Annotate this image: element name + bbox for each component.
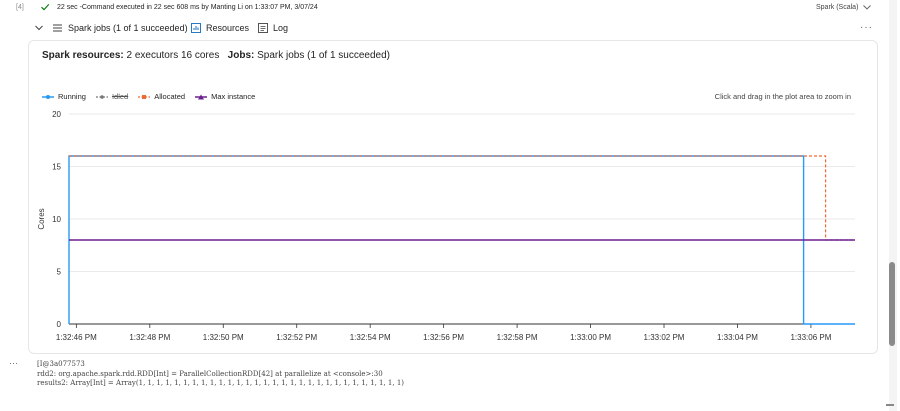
spark-jobs-tab[interactable]: Spark jobs (1 of 1 succeeded) <box>52 23 188 33</box>
x-tick-label: 1:32:46 PM <box>56 333 97 342</box>
y-tick-label: 15 <box>52 163 61 172</box>
list-icon <box>53 24 62 32</box>
output-line: results2: Array[Int] = Array(1, 1, 1, 1,… <box>37 379 405 387</box>
x-tick-label: 1:32:58 PM <box>497 333 538 342</box>
x-tick-label: 1:33:02 PM <box>644 333 685 342</box>
output-more-icon[interactable]: ··· <box>9 358 18 368</box>
output-line: rdd2: org.apache.spark.rdd.RDD[Int] = Pa… <box>37 369 383 378</box>
scrollbar-track[interactable] <box>889 0 897 411</box>
chevron-down-icon[interactable] <box>34 23 44 33</box>
x-tick-label: 1:33:06 PM <box>790 333 831 342</box>
scroll-down-indicator[interactable] <box>886 404 894 406</box>
chart-icon <box>191 23 201 33</box>
y-tick-label: 5 <box>57 268 62 277</box>
collapse-toggle[interactable] <box>34 23 44 33</box>
execution-status-text: 22 sec -Command executed in 22 sec 608 m… <box>57 4 318 11</box>
scrollbar-thumb[interactable] <box>889 262 895 346</box>
success-check-icon <box>41 3 50 11</box>
y-tick-label: 0 <box>57 320 62 329</box>
x-tick-label: 1:32:54 PM <box>350 333 391 342</box>
y-tick-label: 20 <box>52 110 61 119</box>
more-options-icon[interactable]: ··· <box>860 22 873 33</box>
x-tick-label: 1:32:56 PM <box>423 333 464 342</box>
y-axis-label: Cores <box>37 208 46 229</box>
log-tab[interactable]: Log <box>258 23 288 33</box>
y-tick-label: 10 <box>52 215 61 224</box>
x-tick-label: 1:32:52 PM <box>276 333 317 342</box>
resources-tab[interactable]: Resources <box>191 23 249 33</box>
cell-index: [4] <box>16 4 24 11</box>
cell-status-bar: [4] 22 sec -Command executed in 22 sec 6… <box>0 0 884 14</box>
spark-jobs-toolbar: Spark jobs (1 of 1 succeeded) Resources … <box>34 23 874 37</box>
x-tick-label: 1:32:50 PM <box>203 333 244 342</box>
resources-label: Resources <box>206 23 250 33</box>
log-label: Log <box>273 23 289 33</box>
output-line: [I@3a077573 <box>37 360 85 368</box>
x-tick-label: 1:33:04 PM <box>717 333 758 342</box>
cores-line-chart[interactable]: 0 5 10 15 20 1:32:46 PM 1:32:48 PM 1:32:50 PM 1:… <box>29 41 877 353</box>
series-line-allocated <box>69 155 855 241</box>
cell-output: [I@3a077573 rdd2: org.apache.spark.rdd.R… <box>37 360 404 389</box>
chevron-down-icon[interactable] <box>862 3 872 11</box>
x-tick-label: 1:32:48 PM <box>129 333 170 342</box>
language-selector[interactable]: Spark (Scala) <box>816 4 858 11</box>
resources-panel: Spark resources: 2 executors 16 cores Jo… <box>28 40 878 354</box>
x-tick-label: 1:33:00 PM <box>570 333 611 342</box>
spark-jobs-label: Spark jobs (1 of 1 succeeded) <box>68 23 188 33</box>
log-icon <box>258 23 268 33</box>
